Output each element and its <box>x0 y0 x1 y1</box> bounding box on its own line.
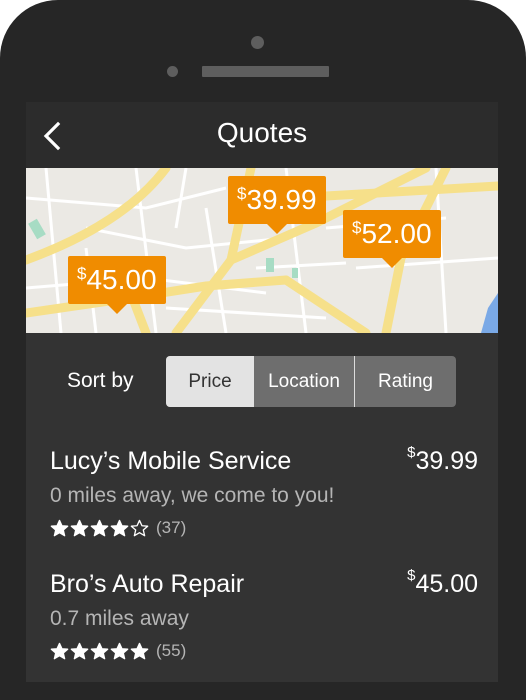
star-filled-icon <box>50 642 69 659</box>
review-count: (37) <box>156 518 187 537</box>
star-outline-icon <box>130 519 149 536</box>
proximity-sensor <box>167 66 178 77</box>
star-filled-icon <box>90 519 109 536</box>
review-count: (55) <box>156 641 187 660</box>
quote-list-item[interactable]: Lucy’s Mobile Service $39.99 0 miles awa… <box>50 444 478 547</box>
page-title: Quotes <box>216 117 308 148</box>
shop-name: Bro’s Auto Repair <box>50 570 245 598</box>
quotes-map[interactable]: $45.00 $39.99 $52.00 <box>26 168 498 333</box>
star-filled-icon <box>110 642 129 659</box>
star-filled-icon <box>70 642 89 659</box>
sort-option-price[interactable]: Price <box>166 356 254 407</box>
quote-list-item[interactable]: Bro’s Auto Repair $45.00 0.7 miles away … <box>50 567 478 670</box>
app-bar: Quotes <box>26 102 498 168</box>
front-camera <box>251 36 264 49</box>
quote-price: $45.00 <box>407 567 478 598</box>
sort-option-rating[interactable]: Rating <box>355 356 456 407</box>
star-filled-icon <box>90 642 109 659</box>
sort-label: Sort by <box>67 369 134 392</box>
star-rating: (55) <box>50 640 186 662</box>
map-pin-price[interactable]: $52.00 <box>343 210 441 268</box>
star-filled-icon <box>130 642 149 659</box>
quote-price: $39.99 <box>407 444 478 475</box>
sort-bar: Sort by Price Location Rating <box>26 333 498 433</box>
map-pin-price[interactable]: $45.00 <box>68 256 166 314</box>
sort-segmented-control: Price Location Rating <box>166 356 456 407</box>
phone-frame: Quotes $45.00 $39.99 $52.00 Sort by Pric… <box>0 0 526 700</box>
star-rating: (37) <box>50 517 186 539</box>
star-filled-icon <box>70 519 89 536</box>
star-filled-icon <box>110 519 129 536</box>
star-filled-icon <box>50 519 69 536</box>
shop-name: Lucy’s Mobile Service <box>50 447 292 475</box>
shop-distance: 0 miles away, we come to you! <box>50 484 335 507</box>
shop-distance: 0.7 miles away <box>50 607 189 630</box>
earpiece-speaker <box>202 66 329 77</box>
sort-option-location[interactable]: Location <box>254 356 354 407</box>
map-pin-price[interactable]: $39.99 <box>228 176 326 234</box>
app-screen: Quotes $45.00 $39.99 $52.00 Sort by Pric… <box>26 102 498 682</box>
